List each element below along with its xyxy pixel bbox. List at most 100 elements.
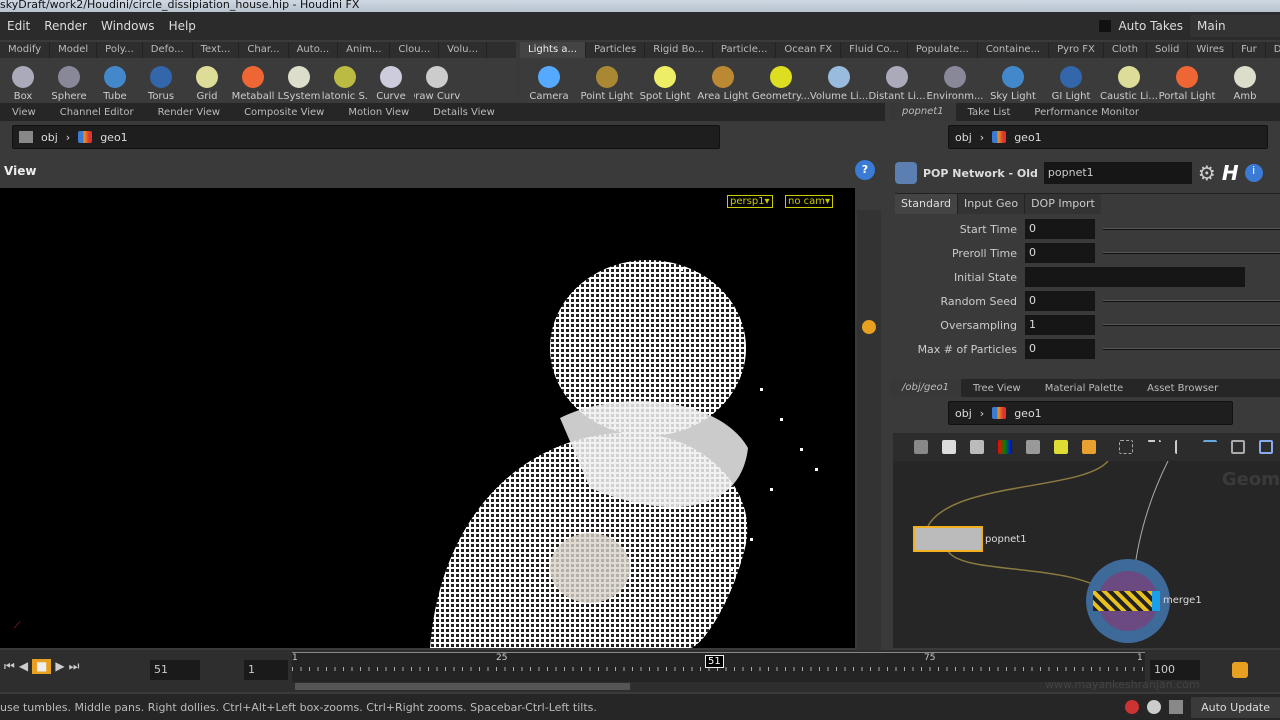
pane-tab[interactable]: popnet1: [890, 103, 956, 121]
shelf-tab[interactable]: Populate...: [908, 42, 978, 58]
tab-standard[interactable]: Standard: [895, 194, 958, 214]
shelf-tool-lsystem[interactable]: LSystem: [276, 66, 322, 102]
pane-tab[interactable]: Channel Editor: [48, 107, 146, 118]
playhead[interactable]: 51: [705, 655, 724, 668]
timeline-slider[interactable]: 1 25 51 75 1: [292, 652, 1145, 682]
shelf-tool-spot-light[interactable]: Spot Light: [636, 66, 694, 102]
shelf-tab[interactable]: Particles: [586, 42, 646, 58]
grid-snap-icon[interactable]: [1259, 440, 1273, 454]
shelf-tab[interactable]: Drive Si...: [1266, 42, 1280, 58]
pane-tab[interactable]: Take List: [956, 107, 1023, 118]
wire-style-icon[interactable]: [1203, 440, 1217, 454]
shelf-tab[interactable]: Defo...: [143, 42, 193, 58]
shelf-tab[interactable]: Fur: [1233, 42, 1266, 58]
menu-help[interactable]: Help: [162, 19, 203, 33]
shelf-tool-point-light[interactable]: Point Light: [578, 66, 636, 102]
error-icon[interactable]: [1125, 700, 1140, 714]
shelf-tab[interactable]: Clou...: [390, 42, 440, 58]
end-frame-field[interactable]: 100: [1150, 660, 1200, 680]
timeline-range-scrollbar[interactable]: [295, 683, 630, 690]
grid-icon[interactable]: [1231, 440, 1245, 454]
pane-tab[interactable]: Performance Monitor: [1022, 107, 1151, 118]
tab-dop-import[interactable]: DOP Import: [1024, 194, 1101, 214]
shelf-tab[interactable]: Rigid Bo...: [645, 42, 713, 58]
shelf-tool-amb[interactable]: Amb: [1216, 66, 1274, 102]
shelf-tool-platonic-s-[interactable]: Platonic S...: [322, 66, 368, 102]
path-geo[interactable]: geo1: [1014, 407, 1041, 420]
path-obj[interactable]: obj: [41, 131, 58, 144]
shelf-tab[interactable]: Volu...: [439, 42, 488, 58]
pane-tab[interactable]: Details View: [421, 107, 507, 118]
shelf-tool-torus[interactable]: Torus: [138, 66, 184, 102]
shelf-tab[interactable]: Auto...: [289, 42, 339, 58]
houdini-help-icon[interactable]: H: [1222, 161, 1239, 185]
param-path-bar[interactable]: obj › geo1: [948, 125, 1268, 149]
help-icon[interactable]: ?: [855, 160, 875, 180]
param-slider[interactable]: [1103, 228, 1280, 230]
shelf-tab[interactable]: Char...: [239, 42, 289, 58]
play-forward-button[interactable]: ▶: [55, 659, 64, 674]
shelf-tool-area-light[interactable]: Area Light: [694, 66, 752, 102]
info-icon[interactable]: i: [1244, 164, 1263, 182]
shelf-tab[interactable]: Text...: [193, 42, 240, 58]
snap-icon[interactable]: [1175, 440, 1189, 454]
path-geo[interactable]: geo1: [1014, 131, 1041, 144]
shelf-tool-gi-light[interactable]: GI Light: [1042, 66, 1100, 102]
realtime-toggle-icon[interactable]: [1232, 662, 1248, 678]
shelf-tool-curve[interactable]: Curve: [368, 66, 414, 102]
gear-icon[interactable]: ⚙: [1198, 161, 1216, 185]
shelf-tool-draw-curve[interactable]: Draw Curve: [414, 66, 460, 102]
shelf-tool-grid[interactable]: Grid: [184, 66, 230, 102]
shelf-tab[interactable]: Pyro FX: [1049, 42, 1104, 58]
param-slider[interactable]: [1103, 324, 1280, 326]
shelf-tab[interactable]: Fluid Co...: [841, 42, 908, 58]
shelf-tab[interactable]: Particle...: [713, 42, 777, 58]
viewport-3d[interactable]: persp1▾ no cam▾ ⟋: [0, 188, 855, 648]
start-frame-field[interactable]: 1: [244, 660, 288, 680]
merge1-node[interactable]: [1093, 591, 1160, 611]
shelf-tool-sphere[interactable]: Sphere: [46, 66, 92, 102]
shelf-tool-sky-light[interactable]: Sky Light: [984, 66, 1042, 102]
shelf-tab[interactable]: Cloth: [1104, 42, 1147, 58]
network-editor[interactable]: Geom popnet1 merge1: [893, 461, 1280, 648]
update-mode-icon[interactable]: [1169, 700, 1184, 714]
param-field[interactable]: 0: [1025, 219, 1095, 239]
subnet-icon[interactable]: [1082, 440, 1096, 454]
thumbnail-icon[interactable]: [970, 440, 984, 454]
shelf-tool-box[interactable]: Box: [0, 66, 46, 102]
play-backward-button[interactable]: ◀: [19, 659, 28, 674]
pane-tab[interactable]: Render View: [146, 107, 233, 118]
align-icon[interactable]: [1119, 440, 1133, 454]
shelf-tool-camera[interactable]: Camera: [520, 66, 578, 102]
network-box-icon[interactable]: [1026, 440, 1040, 454]
network-path-bar[interactable]: obj › geo1: [948, 401, 1233, 425]
shelf-tool-geometry-[interactable]: Geometry...: [752, 66, 810, 102]
shelf-tool-caustic-li-[interactable]: Caustic Li...: [1100, 66, 1158, 102]
menu-edit[interactable]: Edit: [0, 19, 37, 33]
pane-tab[interactable]: Tree View: [961, 383, 1033, 394]
color-palette-icon[interactable]: [998, 440, 1012, 454]
pane-tab[interactable]: Composite View: [232, 107, 336, 118]
pane-tab[interactable]: Material Palette: [1033, 383, 1135, 394]
node-name-field[interactable]: popnet1: [1043, 162, 1192, 184]
param-field[interactable]: 0: [1025, 339, 1095, 359]
menu-render[interactable]: Render: [37, 19, 94, 33]
shelf-tab[interactable]: Anim...: [338, 42, 391, 58]
shelf-tool-environm-[interactable]: Environm...: [926, 66, 984, 102]
sticky-note-icon[interactable]: [1054, 440, 1068, 454]
current-frame-field[interactable]: 51: [150, 660, 200, 680]
param-field[interactable]: 0: [1025, 243, 1095, 263]
pane-tab[interactable]: Motion View: [336, 107, 421, 118]
param-field[interactable]: 0: [1025, 291, 1095, 311]
shelf-tab[interactable]: Solid: [1147, 42, 1189, 58]
shelf-tab[interactable]: Modify: [0, 42, 51, 58]
path-obj[interactable]: obj: [955, 131, 972, 144]
stop-button[interactable]: ■: [32, 659, 52, 674]
console-icon[interactable]: [1147, 700, 1162, 714]
pane-tab[interactable]: Asset Browser: [1135, 383, 1230, 394]
param-slider[interactable]: [1103, 300, 1280, 302]
path-geo[interactable]: geo1: [100, 131, 127, 144]
shelf-tab[interactable]: Ocean FX: [776, 42, 842, 58]
shelf-tab[interactable]: Containe...: [978, 42, 1050, 58]
display-toggle-icon[interactable]: [862, 320, 876, 334]
